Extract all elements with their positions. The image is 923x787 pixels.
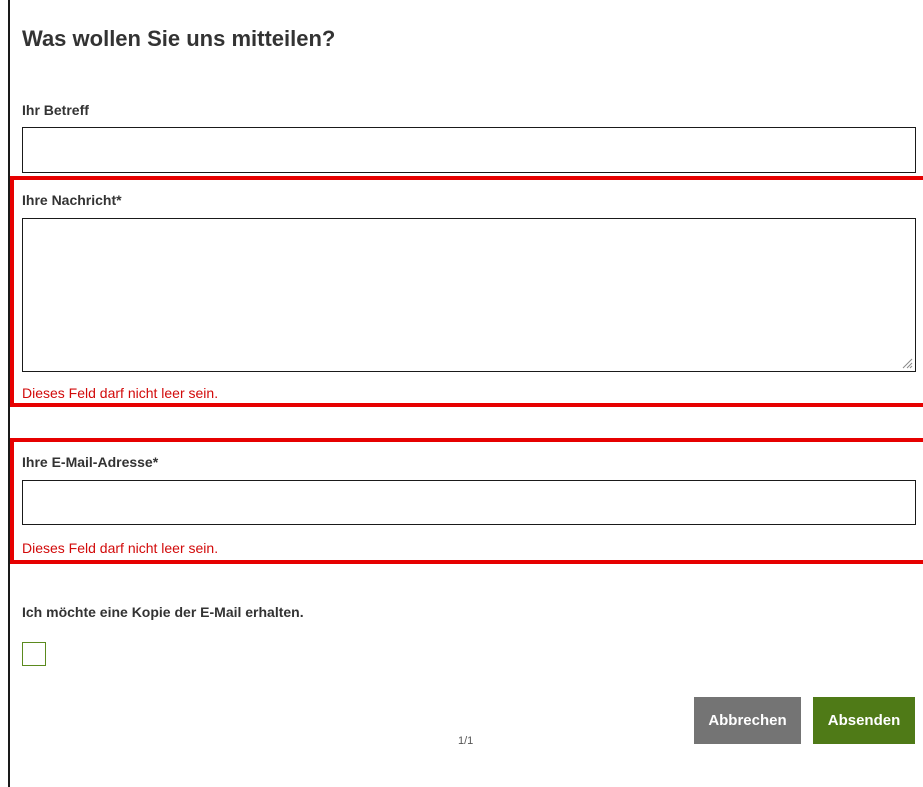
cancel-button[interactable]: Abbrechen <box>694 697 801 744</box>
subject-label: Ihr Betreff <box>22 102 89 118</box>
form-title: Was wollen Sie uns mitteilen? <box>22 26 336 51</box>
copy-label: Ich möchte eine Kopie der E-Mail erhalte… <box>22 604 304 620</box>
copy-checkbox[interactable] <box>22 642 46 666</box>
page-indicator: 1/1 <box>458 735 474 747</box>
email-error-text: Dieses Feld darf nicht leer sein. <box>22 540 219 556</box>
message-textarea[interactable] <box>22 218 916 372</box>
resize-grip-icon[interactable] <box>901 357 913 369</box>
message-label: Ihre Nachricht* <box>22 192 122 208</box>
email-label: Ihre E-Mail-Adresse* <box>22 454 159 470</box>
submit-button[interactable]: Absenden <box>813 697 915 744</box>
subject-input[interactable] <box>22 127 916 173</box>
message-error-text: Dieses Feld darf nicht leer sein. <box>22 385 219 401</box>
email-input[interactable] <box>22 480 916 525</box>
